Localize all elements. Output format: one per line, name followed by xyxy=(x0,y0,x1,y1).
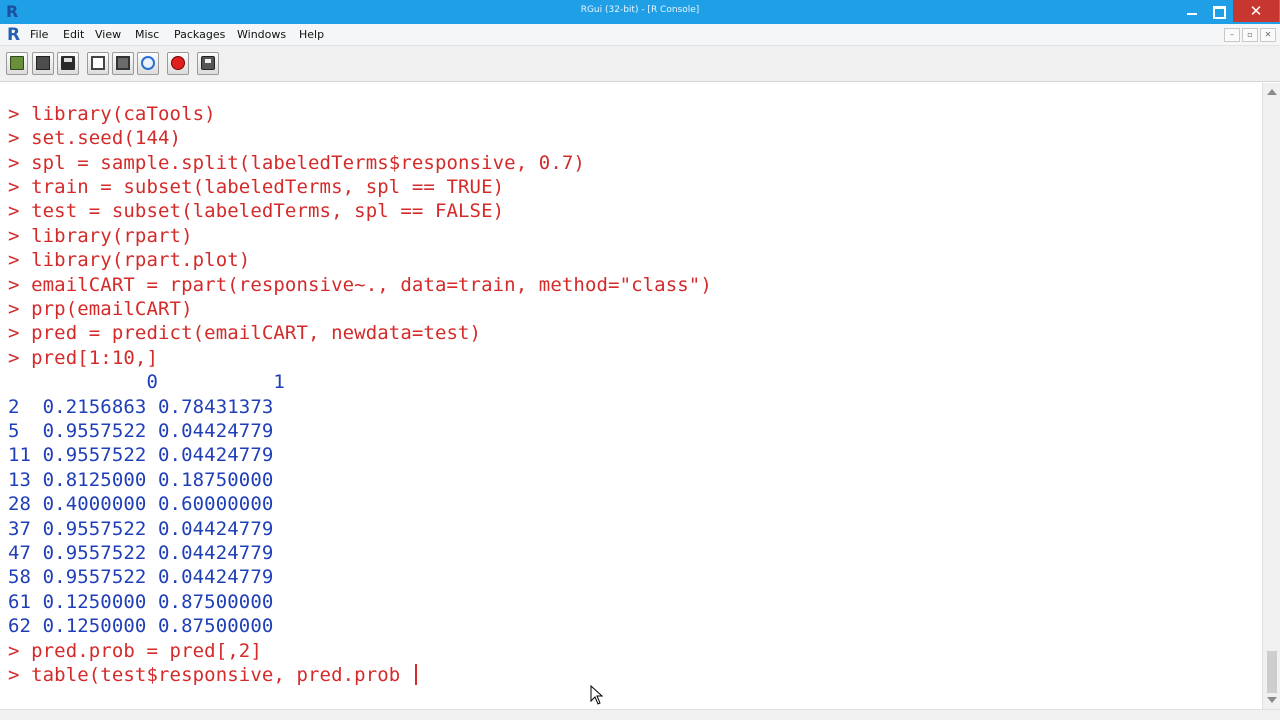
output-row: 11 0.9557522 0.04424779 xyxy=(8,444,274,466)
close-button[interactable]: ✕ xyxy=(1233,0,1279,22)
title-bar: R RGui (32-bit) - [R Console] ✕ xyxy=(0,0,1280,24)
console-command: > library(rpart.plot) xyxy=(8,249,251,271)
paste-icon xyxy=(116,56,130,70)
child-minimize-button[interactable]: – xyxy=(1224,28,1240,42)
paste-button[interactable] xyxy=(112,52,134,75)
console-command: > library(caTools) xyxy=(8,103,216,125)
print-button[interactable] xyxy=(197,52,219,75)
toolbar xyxy=(0,46,1280,82)
menu-windows[interactable]: Windows xyxy=(237,28,286,41)
console-command: > prp(emailCART) xyxy=(8,298,193,320)
child-close-button[interactable]: ✕ xyxy=(1260,28,1276,42)
output-row: 61 0.1250000 0.87500000 xyxy=(8,591,274,613)
status-bar xyxy=(0,709,1280,720)
child-restore-button[interactable]: ▫ xyxy=(1242,28,1258,42)
menu-edit[interactable]: Edit xyxy=(63,28,84,41)
load-workspace-button[interactable] xyxy=(32,52,54,75)
copy-paste-button[interactable] xyxy=(137,52,159,75)
scroll-up-icon[interactable] xyxy=(1267,89,1277,95)
output-header: 0 1 xyxy=(8,371,285,393)
output-row: 62 0.1250000 0.87500000 xyxy=(8,615,274,637)
console-command: > pred.prob = pred[,2] xyxy=(8,640,262,662)
menu-bar: R File Edit View Misc Packages Windows H… xyxy=(0,24,1280,46)
console-command: > train = subset(labeledTerms, spl == TR… xyxy=(8,176,505,198)
stop-button[interactable] xyxy=(167,52,189,75)
output-row: 2 0.2156863 0.78431373 xyxy=(8,396,274,418)
window-title: RGui (32-bit) - [R Console] xyxy=(580,5,700,15)
menu-view[interactable]: View xyxy=(95,28,121,41)
minimize-button[interactable] xyxy=(1180,0,1204,22)
vertical-scrollbar[interactable] xyxy=(1262,83,1280,709)
console-command: > set.seed(144) xyxy=(8,127,182,149)
menu-help[interactable]: Help xyxy=(299,28,324,41)
text-cursor xyxy=(414,664,417,685)
console-command: > library(rpart) xyxy=(8,225,193,247)
maximize-button[interactable] xyxy=(1206,0,1230,22)
menu-file[interactable]: File xyxy=(30,28,48,41)
console-command: > pred = predict(emailCART, newdata=test… xyxy=(8,322,482,344)
output-row: 5 0.9557522 0.04424779 xyxy=(8,420,274,442)
open-script-button[interactable] xyxy=(6,52,28,75)
stop-icon xyxy=(171,56,185,70)
console-command: > emailCART = rpart(responsive~., data=t… xyxy=(8,274,712,296)
console-command: > test = subset(labeledTerms, spl == FAL… xyxy=(8,200,505,222)
scrollbar-thumb[interactable] xyxy=(1267,651,1277,693)
console-input-line[interactable]: > table(test$responsive, pred.prob xyxy=(8,664,417,686)
console-command: > pred[1:10,] xyxy=(8,347,159,369)
console-command: > spl = sample.split(labeledTerms$respon… xyxy=(8,152,585,174)
print-icon xyxy=(201,56,215,70)
output-row: 28 0.4000000 0.60000000 xyxy=(8,493,274,515)
output-row: 47 0.9557522 0.04424779 xyxy=(8,542,274,564)
load-workspace-icon xyxy=(36,56,50,70)
current-input-text[interactable]: > table(test$responsive, pred.prob xyxy=(8,664,412,686)
output-row: 37 0.9557522 0.04424779 xyxy=(8,518,274,540)
output-row: 13 0.8125000 0.18750000 xyxy=(8,469,274,491)
copy-icon xyxy=(91,56,105,70)
save-icon xyxy=(61,56,75,70)
r-console[interactable]: > library(caTools) > set.seed(144) > spl… xyxy=(0,83,1262,709)
open-script-icon xyxy=(10,56,24,70)
scroll-down-icon[interactable] xyxy=(1267,697,1277,703)
menu-packages[interactable]: Packages xyxy=(174,28,225,41)
copy-button[interactable] xyxy=(87,52,109,75)
menu-misc[interactable]: Misc xyxy=(135,28,159,41)
mouse-pointer-icon xyxy=(590,685,604,705)
refresh-icon xyxy=(141,56,155,70)
output-row: 58 0.9557522 0.04424779 xyxy=(8,566,274,588)
r-console-icon[interactable]: R xyxy=(7,25,20,45)
save-button[interactable] xyxy=(57,52,79,75)
